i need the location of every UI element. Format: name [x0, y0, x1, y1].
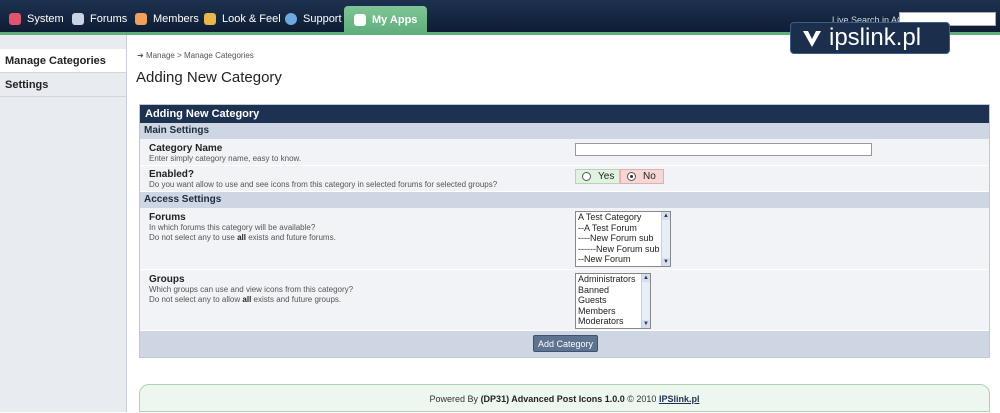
forums-row: Forums In which forums this category wil…: [140, 208, 989, 270]
sidebar-item-settings[interactable]: Settings: [0, 73, 126, 97]
logo-text: ipslink.pl: [829, 24, 922, 51]
category-name-label: Category Name: [149, 143, 223, 154]
sidebar: Manage Categories Settings: [0, 35, 127, 412]
section-access-settings: Access Settings: [140, 192, 989, 208]
breadcrumb-arrow-icon: ➜: [137, 51, 146, 60]
list-item[interactable]: A Test Category: [576, 212, 670, 223]
list-item[interactable]: ----New Forum sub: [576, 233, 670, 244]
forums-select[interactable]: A Test Category --A Test Forum ----New F…: [575, 211, 671, 267]
sidebar-item-label: Settings: [5, 79, 49, 91]
category-form: Adding New Category Main Settings Catego…: [139, 104, 990, 358]
footer-product: (DP31) Advanced Post Icons 1.0.0: [480, 394, 625, 404]
scroll-down-icon[interactable]: ▼: [642, 320, 650, 328]
ipslink-logo: ipslink.pl: [790, 22, 950, 54]
tab-label: Look & Feel: [222, 13, 281, 25]
groups-label: Groups: [149, 274, 185, 285]
scroll-up-icon[interactable]: ▲: [662, 212, 670, 220]
footer: Powered By (DP31) Advanced Post Icons 1.…: [139, 384, 990, 412]
tab-label: Forums: [90, 13, 128, 25]
tab-label: Members: [153, 13, 199, 25]
my-apps-icon: [354, 14, 366, 26]
scroll-down-icon[interactable]: ▼: [662, 258, 670, 266]
submit-bar: Add Category: [140, 331, 989, 357]
list-item[interactable]: ------New Forum sub: [576, 244, 670, 255]
section-main-settings: Main Settings: [140, 123, 989, 139]
tab-system[interactable]: System: [9, 8, 64, 30]
footer-copyright: © 2010: [624, 394, 659, 404]
list-item[interactable]: --New Forum: [576, 254, 670, 265]
page-title: Adding New Category: [136, 69, 282, 86]
groups-select[interactable]: Administrators Banned Guests Members Mod…: [575, 273, 651, 329]
system-icon: [9, 13, 21, 25]
groups-desc-1: Which groups can use and view icons from…: [149, 285, 354, 294]
no-label: No: [643, 171, 656, 182]
enabled-no-option[interactable]: No: [620, 169, 664, 184]
category-name-input[interactable]: [575, 143, 872, 156]
list-item[interactable]: --A Test Forum: [576, 223, 670, 234]
enabled-label: Enabled?: [149, 169, 195, 180]
sidebar-item-label: Manage Categories: [5, 55, 106, 67]
scroll-up-icon[interactable]: ▲: [642, 274, 650, 282]
forums-label: Forums: [149, 212, 186, 223]
tab-support[interactable]: Support: [285, 8, 342, 30]
add-category-button[interactable]: Add Category: [533, 335, 598, 352]
enabled-desc: Do you want allow to use and see icons f…: [149, 180, 498, 189]
form-title: Adding New Category: [140, 105, 989, 123]
tab-my-apps[interactable]: My Apps: [344, 6, 428, 34]
forums-icon: [72, 13, 84, 25]
forums-scrollbar[interactable]: ▲ ▼: [661, 212, 670, 266]
logo-mark-icon: [803, 31, 821, 47]
groups-row: Groups Which groups can use and view ico…: [140, 270, 989, 331]
breadcrumb: ➜ Manage > Manage Categories: [137, 51, 254, 60]
look-feel-icon: [204, 13, 216, 25]
breadcrumb-text[interactable]: Manage > Manage Categories: [146, 51, 254, 60]
tab-look-feel[interactable]: Look & Feel: [204, 8, 281, 30]
groups-scrollbar[interactable]: ▲ ▼: [641, 274, 650, 328]
tab-label: Support: [303, 13, 342, 25]
footer-link[interactable]: IPSlink.pl: [659, 394, 700, 404]
forums-desc-1: In which forums this category will be av…: [149, 223, 316, 232]
enabled-row: Enabled? Do you want allow to use and se…: [140, 166, 989, 192]
yes-label: Yes: [598, 171, 615, 182]
groups-desc-2: Do not select any to allow all exists an…: [149, 295, 342, 304]
tab-label: My Apps: [372, 14, 418, 26]
yes-radio-icon[interactable]: [582, 172, 591, 181]
enabled-yes-option[interactable]: Yes: [575, 169, 620, 184]
list-item[interactable]: Guests: [576, 295, 650, 306]
category-name-desc: Enter simply category name, easy to know…: [149, 154, 302, 163]
tab-label: System: [27, 13, 64, 25]
list-item[interactable]: Banned: [576, 285, 650, 296]
members-icon: [135, 13, 147, 25]
tab-members[interactable]: Members: [135, 8, 199, 30]
list-item[interactable]: Administrators: [576, 274, 650, 285]
category-name-row: Category Name Enter simply category name…: [140, 139, 989, 166]
forums-desc-2: Do not select any to use all exists and …: [149, 233, 336, 242]
list-item[interactable]: Moderators: [576, 316, 650, 327]
sidebar-item-manage-categories[interactable]: Manage Categories: [0, 49, 126, 73]
tab-forums[interactable]: Forums: [72, 8, 127, 30]
support-icon: [285, 13, 297, 25]
no-radio-icon[interactable]: [627, 172, 636, 181]
footer-prefix: Powered By: [429, 394, 481, 404]
list-item[interactable]: Members: [576, 306, 650, 317]
